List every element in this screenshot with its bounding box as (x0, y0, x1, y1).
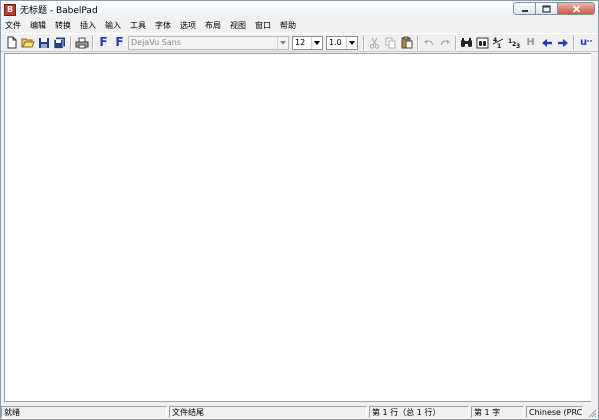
new-file-button[interactable] (4, 35, 19, 50)
font-f-icon: F (115, 35, 124, 49)
bold-font-button-2[interactable]: F (112, 35, 127, 50)
close-button[interactable] (557, 2, 595, 15)
arrow-left-icon (541, 38, 552, 47)
maximize-button[interactable] (535, 2, 557, 15)
text-editor-area[interactable] (4, 53, 591, 402)
menu-window[interactable]: 窗口 (255, 18, 271, 33)
minimize-icon (521, 9, 528, 12)
resize-grip-icon[interactable] (587, 408, 597, 418)
digits-icon: 41 (492, 37, 504, 49)
find-button[interactable] (459, 35, 474, 50)
menu-options[interactable]: 选项 (180, 18, 196, 33)
chevron-down-icon (277, 36, 288, 49)
menu-edit[interactable]: 编辑 (30, 18, 46, 33)
scissors-icon (369, 37, 380, 49)
numbers-icon: 123 (508, 38, 520, 49)
babelpad-window: B 无标题 - BabelPad 文件 编辑 转换 插入 输入 工具 字体 选项… (0, 0, 599, 420)
font-size-select[interactable]: 12 (292, 35, 323, 50)
undo-icon (423, 39, 434, 45)
printer-icon (75, 37, 88, 48)
menu-layout[interactable]: 布局 (205, 18, 221, 33)
svg-text:1: 1 (497, 43, 501, 49)
unicode-upper-button[interactable]: u (577, 35, 595, 50)
digit-conversion-button[interactable]: 41 (491, 35, 506, 50)
binoculars-icon (461, 38, 472, 47)
window-controls (513, 2, 595, 15)
menu-convert[interactable]: 转换 (55, 18, 71, 33)
copy-icon (385, 37, 395, 48)
toolbar-separator (70, 35, 72, 50)
window-title: 无标题 - BabelPad (20, 6, 98, 16)
redo-button[interactable] (437, 35, 452, 50)
save-all-icon (53, 37, 65, 49)
status-line-info: 第 1 行（总 1 行） (369, 405, 469, 418)
copy-button[interactable] (383, 35, 398, 50)
save-disk-icon (38, 37, 49, 48)
chevron-down-icon (346, 36, 357, 49)
h-button[interactable]: H (523, 35, 538, 50)
line-spacing-select[interactable]: 1.0 (326, 35, 358, 50)
find-replace-button[interactable] (475, 35, 490, 50)
minimize-button[interactable] (513, 2, 535, 15)
font-f-icon: F (99, 35, 108, 49)
menu-font[interactable]: 字体 (155, 18, 171, 33)
find-replace-icon (476, 37, 489, 48)
bold-font-button-1[interactable]: F (96, 35, 111, 50)
clipboard-paste-icon (401, 36, 412, 49)
next-button[interactable] (555, 35, 570, 50)
menu-tools[interactable]: 工具 (130, 18, 146, 33)
cut-button[interactable] (367, 35, 382, 50)
toolbar-separator (455, 35, 457, 50)
status-state: 就绪 (1, 405, 167, 418)
new-file-icon (7, 36, 16, 49)
babelpad-app-icon[interactable]: B (4, 3, 16, 16)
paste-button[interactable] (399, 35, 414, 50)
maximize-icon (542, 4, 551, 13)
open-file-button[interactable] (20, 35, 35, 50)
menu-input[interactable]: 输入 (105, 18, 121, 33)
undo-button[interactable] (421, 35, 436, 50)
status-char-info: 第 1 字 (471, 405, 524, 418)
toolbar-separator (92, 35, 94, 50)
unicode-u-icon: u (579, 37, 588, 48)
toolbar-separator (417, 35, 419, 50)
menu-view[interactable]: 视图 (230, 18, 246, 33)
folder-open-icon (21, 38, 35, 47)
save-all-button[interactable] (52, 35, 67, 50)
arrow-right-icon (557, 38, 568, 47)
status-bar: 就绪 文件结尾 第 1 行（总 1 行） 第 1 字 Chinese (PRC) (1, 404, 598, 419)
line-spacing-value: 1.0 (329, 38, 342, 47)
chevron-down-icon (311, 36, 322, 49)
toolbar-separator (573, 35, 575, 50)
save-button[interactable] (36, 35, 51, 50)
font-name-select[interactable]: DejaVu Sans (128, 35, 289, 50)
numbering-button[interactable]: 123 (507, 35, 522, 50)
redo-icon (439, 39, 450, 45)
title-bar: B 无标题 - BabelPad (1, 1, 598, 18)
previous-button[interactable] (539, 35, 554, 50)
status-locale: Chinese (PRC) (526, 405, 583, 418)
font-size-value: 12 (295, 38, 306, 47)
menu-help[interactable]: 帮助 (280, 18, 296, 33)
font-name-value: DejaVu Sans (131, 38, 181, 47)
svg-text:3: 3 (516, 43, 520, 49)
menu-insert[interactable]: 插入 (80, 18, 96, 33)
diacritic-icon (587, 39, 592, 42)
toolbar: F F DejaVu Sans 12 1.0 4 1 1 2 3 H u (1, 33, 598, 52)
close-icon (572, 4, 580, 13)
menu-bar: 文件 编辑 转换 插入 输入 工具 字体 选项 布局 视图 窗口 帮助 (1, 18, 598, 33)
menu-file[interactable]: 文件 (5, 18, 21, 33)
print-button[interactable] (74, 35, 89, 50)
status-position-hint: 文件结尾 (169, 405, 367, 418)
toolbar-separator (363, 35, 365, 50)
h-icon: H (526, 37, 535, 48)
